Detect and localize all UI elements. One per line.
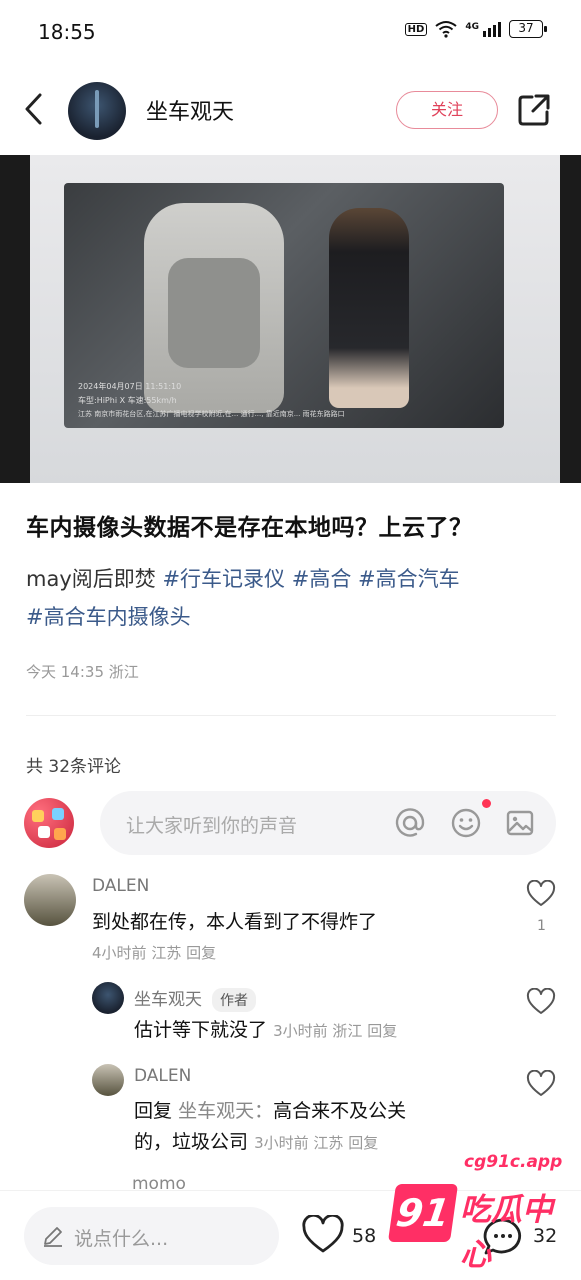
reply-button[interactable]: 回复 xyxy=(186,944,216,962)
divider xyxy=(26,715,556,716)
follow-button[interactable]: 关注 xyxy=(396,91,498,129)
overlay-location: 江苏 南京市雨花台区,在江苏广播电视学校附近,在... 通行..., 靠近南京.… xyxy=(78,410,345,418)
reply-button[interactable]: 回复 xyxy=(348,1134,378,1152)
say-something-input[interactable]: 说点什么... xyxy=(24,1207,279,1265)
comment-text-line2: 的，垃圾公司 3小时前 江苏 回复 xyxy=(134,1126,378,1160)
post-meta: 今天 14:35 浙江 xyxy=(26,661,139,682)
reply-to-user[interactable]: 坐车观天： xyxy=(178,1100,273,1122)
share-icon[interactable] xyxy=(516,92,552,128)
watermark-url: cg91c.app xyxy=(464,1152,563,1172)
comment-row: 估计等下就没了 3小时前 浙江 回复 xyxy=(134,1014,397,1048)
like-icon[interactable] xyxy=(526,880,556,908)
author-avatar[interactable] xyxy=(68,82,126,140)
post-like-count: 58 xyxy=(352,1225,377,1247)
comment-text-line1: 回复 坐车观天：高合来不及公关 xyxy=(134,1095,406,1128)
status-bar: 18:55 HD 4G 37 xyxy=(0,0,581,64)
comment-meta: 3小时前 浙江 回复 xyxy=(273,1022,397,1040)
post-title: 车内摄像头数据不是存在本地吗？上云了？ xyxy=(26,515,473,541)
comment-time: 4小时前 xyxy=(92,944,147,962)
reply-prefix: 回复 xyxy=(134,1100,173,1122)
comment-text: 估计等下就没了 xyxy=(134,1019,268,1041)
comment-time: 3小时前 xyxy=(273,1022,328,1040)
say-something-placeholder: 说点什么... xyxy=(74,1228,169,1250)
commenter-name[interactable]: DALEN xyxy=(134,1066,191,1086)
like-post-icon[interactable] xyxy=(302,1215,344,1255)
overlay-model: 车型:HiPhi X 车速:55km/h xyxy=(78,396,177,405)
hashtag[interactable]: #高合车内摄像头 xyxy=(26,605,191,629)
like-icon[interactable] xyxy=(526,988,556,1016)
comment-count: 共 32条评论 xyxy=(26,757,122,777)
signal-icon: 4G xyxy=(465,21,501,37)
like-icon[interactable] xyxy=(526,1070,556,1098)
network-label: 4G xyxy=(465,21,479,32)
hd-icon: HD xyxy=(404,22,428,36)
comment-input-placeholder: 让大家听到你的声音 xyxy=(126,815,298,837)
watermark-logo: 91 cg91c.app 吃瓜中心 xyxy=(387,1148,563,1273)
hashtag[interactable]: #高合 xyxy=(292,567,352,591)
commenter-avatar[interactable] xyxy=(92,982,124,1014)
back-icon[interactable] xyxy=(20,92,50,126)
monitor-screen: 2024年04月07日 11:51:10 车型:HiPhi X 车速:55km/… xyxy=(30,155,560,483)
author-name[interactable]: 坐车观天 xyxy=(146,94,234,126)
post-location: 浙江 xyxy=(108,663,139,681)
comment-input[interactable]: 让大家听到你的声音 xyxy=(100,791,556,855)
post-image[interactable]: 2024年04月07日 11:51:10 车型:HiPhi X 车速:55km/… xyxy=(0,155,581,483)
notification-dot xyxy=(482,799,491,808)
emoji-icon[interactable] xyxy=(450,807,482,839)
comment-text: 的，垃圾公司 xyxy=(134,1131,249,1153)
comment-location: 江苏 xyxy=(313,1134,344,1152)
hashtag[interactable]: #高合汽车 xyxy=(358,567,460,591)
overlay-date: 2024年04月07日 11:51:10 xyxy=(78,382,182,391)
reply-button[interactable]: 回复 xyxy=(367,1022,397,1040)
in-car-camera-frame: 2024年04月07日 11:51:10 车型:HiPhi X 车速:55km/… xyxy=(64,183,504,428)
mention-icon[interactable] xyxy=(394,807,426,839)
wifi-icon xyxy=(435,21,457,38)
comment-location: 浙江 xyxy=(332,1022,363,1040)
comment-text: 到处都在传，本人看到了不得炸了 xyxy=(92,911,378,933)
passenger-figure xyxy=(329,208,409,408)
image-icon[interactable] xyxy=(504,807,536,839)
like-count: 1 xyxy=(537,918,546,934)
commenter-name[interactable]: 坐车观天 xyxy=(134,990,202,1010)
battery-icon: 37 xyxy=(509,20,547,38)
child-seat xyxy=(168,258,260,368)
post-header: 坐车观天 关注 xyxy=(0,70,581,150)
commenter-avatar[interactable] xyxy=(24,874,76,926)
post-body-text: may阅后即焚 xyxy=(26,567,156,591)
watermark-text: 吃瓜中心 xyxy=(460,1192,553,1273)
pen-icon xyxy=(44,1227,62,1247)
commenter-name-row: 坐车观天 作者 xyxy=(134,985,256,1012)
status-time: 18:55 xyxy=(38,20,96,44)
commenter-avatar[interactable] xyxy=(92,1064,124,1096)
author-badge: 作者 xyxy=(212,988,256,1012)
comment-time: 3小时前 xyxy=(254,1134,309,1152)
commenter-name[interactable]: DALEN xyxy=(92,876,149,896)
hashtag[interactable]: #行车记录仪 xyxy=(162,567,285,591)
status-icons: HD 4G 37 xyxy=(404,20,547,38)
post-time: 今天 14:35 xyxy=(26,663,104,681)
post-body: may阅后即焚 #行车记录仪 #高合 #高合汽车 #高合车内摄像头 xyxy=(26,560,556,636)
comment-meta: 3小时前 江苏 回复 xyxy=(254,1134,378,1152)
comment-text: 高合来不及公关 xyxy=(273,1100,407,1122)
watermark-number: 91 xyxy=(387,1184,459,1242)
comment-location: 江苏 xyxy=(151,944,182,962)
comment-meta: 4小时前 江苏 回复 xyxy=(92,942,216,963)
my-avatar xyxy=(24,798,74,848)
